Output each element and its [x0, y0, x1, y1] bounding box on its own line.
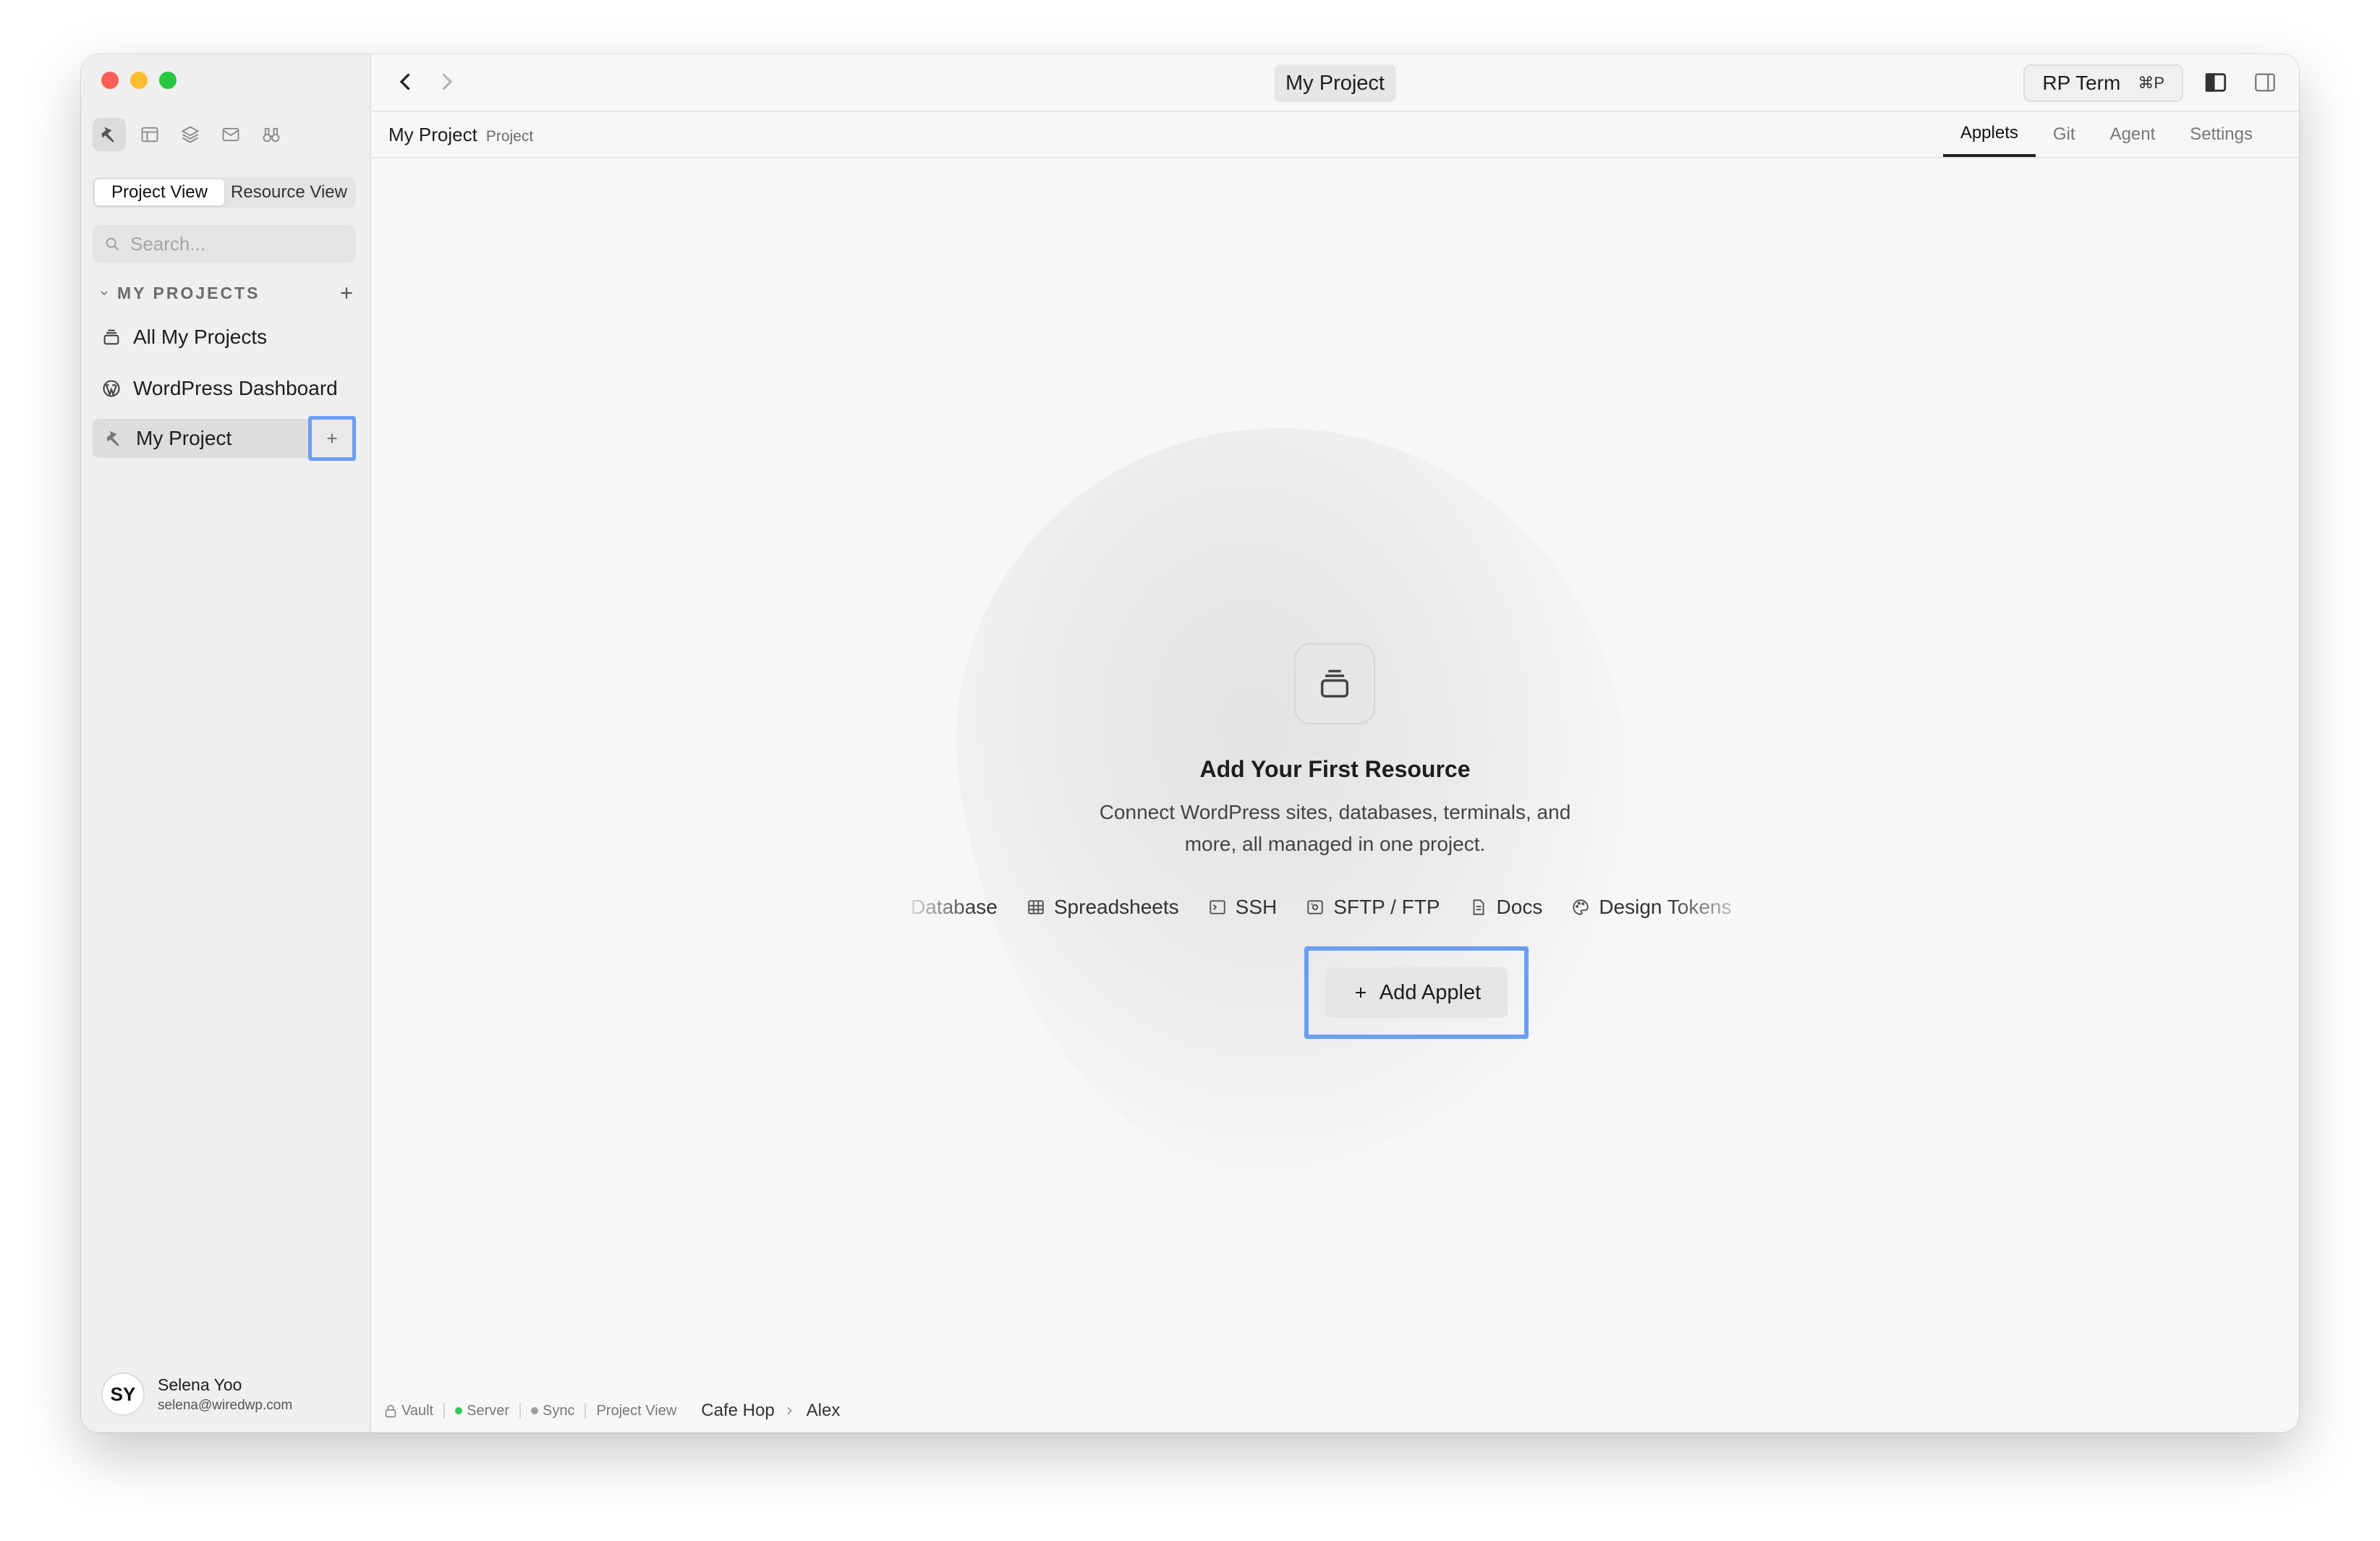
terminal-icon — [1209, 900, 1225, 914]
mail-icon — [222, 127, 239, 142]
my-projects-header[interactable]: MY PROJECTS — [98, 279, 356, 307]
rp-term-shortcut: ⌘P — [2138, 74, 2164, 92]
resource-view-toggle[interactable]: Resource View — [224, 179, 354, 205]
breadcrumb-item[interactable]: Alex — [807, 1401, 841, 1421]
layout-mode-button[interactable] — [133, 118, 166, 151]
close-window-button[interactable] — [101, 72, 119, 89]
rp-term-button[interactable]: RP Term ⌘P — [2023, 64, 2183, 102]
binoculars-icon — [263, 127, 280, 143]
rp-term-label: RP Term — [2042, 72, 2121, 94]
app-window: Project View Resource View MY PROJECTS A… — [81, 54, 2299, 1432]
sidebar-item-label: All My Projects — [133, 326, 268, 348]
chip-ssh: SSH — [1208, 896, 1277, 919]
sync-status-dot — [531, 1407, 539, 1414]
mail-mode-button[interactable] — [214, 118, 247, 151]
breadcrumb: Cafe Hop Alex — [701, 1401, 840, 1421]
minimize-window-button[interactable] — [130, 72, 148, 89]
sidebar-mode-icons — [93, 118, 288, 151]
wordpress-icon — [103, 380, 120, 397]
layers-icon — [181, 126, 200, 143]
project-type: Project — [485, 128, 534, 145]
lock-icon — [385, 1404, 396, 1418]
server-icon — [1307, 900, 1323, 914]
search-input[interactable] — [129, 232, 341, 256]
chip-spreadsheets: Spreadsheets — [1027, 896, 1179, 919]
chevron-down-icon — [101, 291, 108, 296]
main-area: My Project RP Term ⌘P My Project Project… — [371, 54, 2299, 1432]
add-applet-highlight: Add Applet — [1304, 946, 1529, 1039]
layers-mode-button[interactable] — [174, 118, 207, 151]
sync-status[interactable]: Sync — [531, 1403, 574, 1419]
window-title[interactable]: My Project — [1274, 64, 1396, 102]
user-profile[interactable]: SY Selena Yoo selena@wiredwp.com — [101, 1372, 292, 1416]
toolbar: My Project RP Term ⌘P — [371, 54, 2299, 112]
right-panel-toggle-icon[interactable] — [2253, 70, 2277, 95]
project-icon — [101, 127, 114, 143]
back-arrow-icon[interactable] — [393, 69, 419, 95]
sidebar-item-label: WordPress Dashboard — [133, 377, 338, 399]
stack-icon — [1320, 669, 1349, 698]
sidebar-item-wordpress-dashboard[interactable]: WordPress Dashboard — [93, 369, 356, 408]
document-icon — [1473, 899, 1484, 915]
add-applet-button[interactable]: Add Applet — [1325, 967, 1508, 1018]
window-controls — [101, 72, 177, 89]
chip-sftp-ftp: SFTP / FTP — [1306, 896, 1440, 919]
sidebar-item-my-project[interactable]: My Project — [93, 416, 356, 461]
palette-icon — [1573, 899, 1589, 915]
search-box — [93, 225, 356, 263]
user-email: selena@wiredwp.com — [158, 1397, 293, 1413]
project-icon — [106, 430, 119, 446]
search-icon — [106, 237, 119, 250]
left-panel-toggle-icon[interactable] — [2203, 70, 2228, 95]
chevron-right-icon — [787, 1406, 792, 1415]
server-status-dot — [455, 1407, 463, 1414]
empty-state-title: Add Your First Resource — [1199, 756, 1471, 782]
server-status[interactable]: Server — [455, 1403, 509, 1419]
chip-design-tokens: Design Tokens — [1571, 896, 1731, 919]
empty-state-description: Connect WordPress sites, databases, term… — [1099, 801, 1571, 855]
sidebar: Project View Resource View MY PROJECTS A… — [81, 54, 371, 1432]
tab-bar: Applets Git Agent Settings — [1942, 112, 2270, 157]
sidebar-item-label: My Project — [136, 427, 232, 449]
tab-git[interactable]: Git — [2036, 112, 2093, 157]
database-icon — [898, 900, 899, 914]
tab-settings[interactable]: Settings — [2172, 112, 2270, 157]
forward-arrow-icon[interactable] — [433, 69, 459, 95]
avatar: SY — [101, 1372, 145, 1416]
section-title: MY PROJECTS — [117, 283, 260, 302]
plus-icon — [327, 433, 337, 443]
breadcrumb-item[interactable]: Cafe Hop — [701, 1401, 774, 1421]
empty-state-icon — [1294, 643, 1375, 724]
content-area: Add Your First Resource Connect WordPres… — [371, 158, 2299, 1389]
add-applet-label: Add Applet — [1379, 980, 1482, 1004]
add-to-project-button[interactable] — [308, 416, 356, 461]
vault-status[interactable]: Vault — [383, 1403, 433, 1419]
add-project-icon[interactable] — [337, 284, 356, 302]
plus-icon — [1355, 988, 1366, 998]
current-view-status: Project View — [596, 1402, 677, 1419]
explore-mode-button[interactable] — [255, 118, 288, 151]
project-header: My Project Project Applets Git Agent Set… — [371, 112, 2299, 158]
chip-database: Database — [898, 896, 998, 919]
layout-icon — [141, 127, 158, 143]
tab-agent[interactable]: Agent — [2093, 112, 2173, 157]
tab-applets[interactable]: Applets — [1942, 112, 2036, 157]
chip-docs: Docs — [1469, 896, 1542, 919]
table-icon — [1028, 900, 1044, 914]
background-blob — [916, 383, 1678, 1207]
zoom-window-button[interactable] — [159, 72, 177, 89]
projects-mode-button[interactable] — [93, 118, 126, 151]
project-name: My Project — [388, 124, 477, 145]
resource-type-carousel: Database Spreadsheets SSH SFTP / FTP Doc… — [898, 889, 1759, 925]
user-name: Selena Yoo — [158, 1375, 242, 1394]
sidebar-item-all-my-projects[interactable]: All My Projects — [93, 318, 356, 357]
stack-icon — [103, 329, 119, 345]
project-view-toggle[interactable]: Project View — [95, 179, 224, 205]
status-bar: Vault Server Sync Project View Cafe Hop … — [371, 1389, 2299, 1432]
view-toggle: Project View Resource View — [93, 177, 356, 208]
